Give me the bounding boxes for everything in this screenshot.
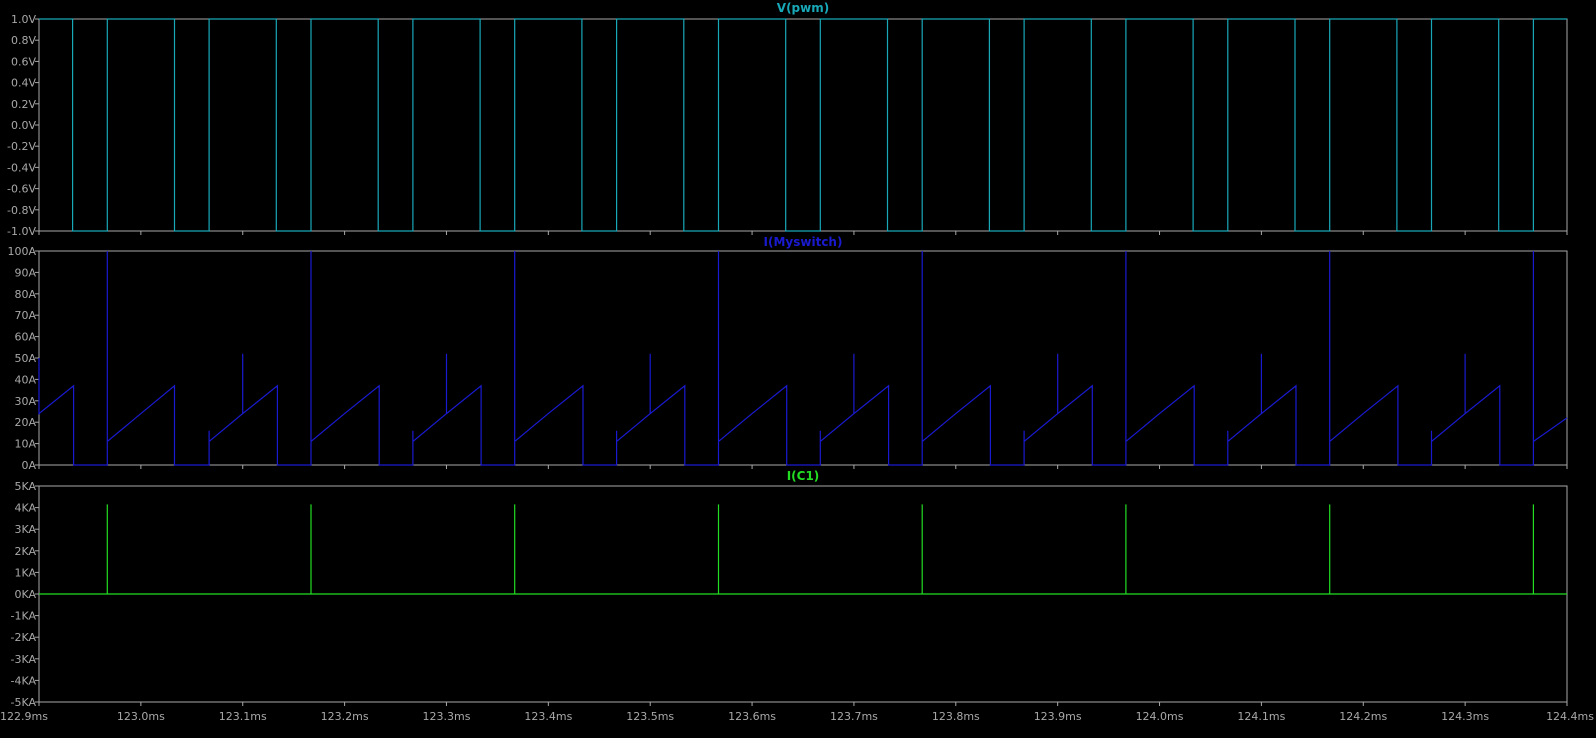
y-tick-label: 4KA [14,502,36,515]
y-tick-label: 70A [14,309,36,322]
y-tick-label: 0KA [14,588,36,601]
trace-title: V(pwm) [777,1,829,15]
x-tick-label: 123.7ms [830,710,878,723]
y-tick-label: 90A [14,266,36,279]
x-tick-label: 123.6ms [728,710,776,723]
y-tick-label: 30A [14,395,36,408]
x-tick-label: 124.0ms [1136,710,1184,723]
x-tick-label: 122.9ms [0,710,48,723]
y-tick-label: 0.0V [11,119,36,132]
y-tick-label: 3KA [14,523,36,536]
y-tick-label: -4KA [10,674,36,687]
y-tick-label: 60A [14,331,36,344]
y-tick-label: 100A [7,245,36,258]
y-tick-label: -0.2V [7,140,36,153]
x-tick-label: 124.1ms [1237,710,1285,723]
x-tick-label: 123.4ms [524,710,572,723]
series-line[interactable] [39,504,1567,595]
y-tick-label: 0A [21,459,36,472]
x-tick-label: 124.2ms [1339,710,1387,723]
x-tick-label: 123.5ms [626,710,674,723]
y-tick-label: 1KA [14,566,36,579]
x-tick-label: 123.9ms [1034,710,1082,723]
y-tick-label: -0.4V [7,161,36,174]
y-tick-label: 0.6V [11,55,36,68]
waveform-viewer[interactable]: V(pwm) 1.0V 0.8V 0.6V 0.4V 0.2V 0.0V -0.2V -0.4V… [0,0,1596,738]
trace-title: I(Myswitch) [764,235,843,249]
x-tick-label: 123.8ms [932,710,980,723]
y-tick-label: 40A [14,373,36,386]
y-tick-label: 0.4V [11,77,36,90]
y-tick-label: -5KA [10,696,36,709]
y-tick-label: 50A [14,352,36,365]
x-tick-label: 123.0ms [117,710,165,723]
x-tick-label: 123.1ms [219,710,267,723]
y-tick-label: -2KA [10,631,36,644]
y-tick-label: 2KA [14,545,36,558]
y-tick-label: 0.2V [11,98,36,111]
y-tick-label: -3KA [10,653,36,666]
y-tick-label: 0.8V [11,34,36,47]
trace-title: I(C1) [787,469,820,483]
series-line[interactable] [38,251,1568,466]
y-tick-label: 1.0V [11,13,36,26]
y-tick-label: 80A [14,288,36,301]
x-tick-label: 124.4ms [1546,710,1594,723]
y-tick-label: -0.6V [7,183,36,196]
plot-pane-1[interactable] [38,18,1568,232]
series-line[interactable] [39,18,1567,232]
y-tick-label: -0.8V [7,204,36,217]
y-tick-label: -1.0V [7,225,36,238]
y-tick-label: 5KA [14,480,36,493]
y-tick-label: -1KA [10,610,36,623]
x-tick-label: 123.2ms [321,710,369,723]
x-tick-label: 124.3ms [1441,710,1489,723]
x-tick-label: 123.3ms [422,710,470,723]
plot-pane-2[interactable] [38,250,1568,466]
y-tick-label: 10A [14,438,36,451]
y-tick-label: 20A [14,416,36,429]
